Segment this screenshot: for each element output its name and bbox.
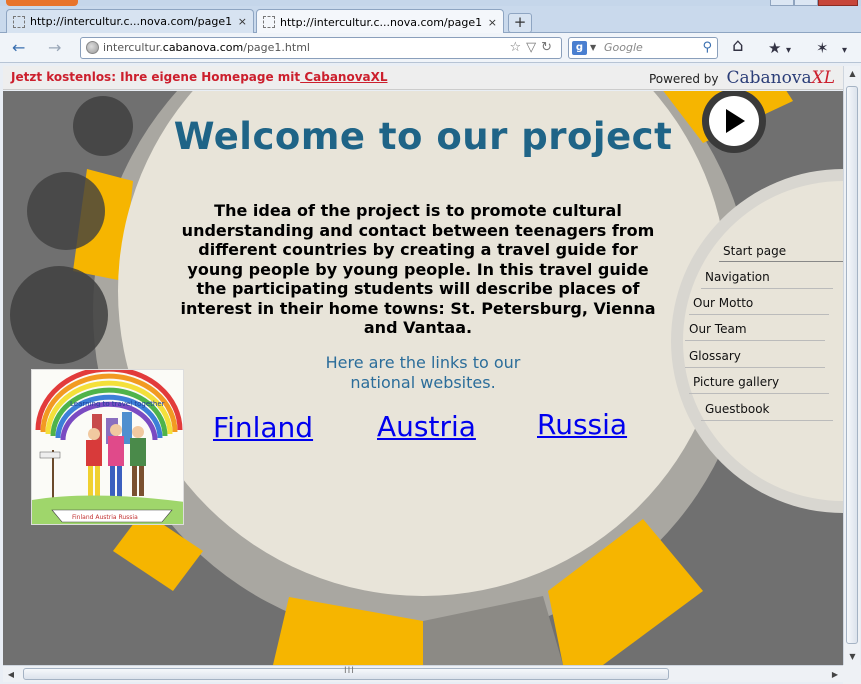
url-path: /page1.html	[243, 41, 310, 54]
close-tab-icon[interactable]: ×	[238, 15, 247, 28]
new-tab-button[interactable]: +	[508, 13, 532, 33]
vertical-scroll-thumb[interactable]	[846, 86, 858, 644]
tab-title: http://intercultur.c...nova.com/page1.ht…	[280, 15, 482, 29]
promo-text: Jetzt kostenlos: Ihre eigene Homepage mi…	[11, 70, 388, 84]
tab-strip: http://intercultur.c...nova.com/page1.ht…	[0, 6, 861, 34]
scroll-grip-icon: III	[344, 666, 355, 676]
scroll-right-icon[interactable]: ▶	[827, 666, 843, 683]
url-prefix: intercultur.	[103, 41, 163, 54]
horizontal-scrollbar[interactable]: ◀ III ▶	[3, 665, 843, 682]
back-arrow-icon[interactable]: ←	[12, 39, 25, 57]
addon-icon[interactable]: ✶	[816, 39, 829, 57]
menu-item-glossary[interactable]: Glossary	[689, 349, 741, 363]
menu-divider	[685, 340, 825, 341]
cabanova-banner: Jetzt kostenlos: Ihre eigene Homepage mi…	[3, 66, 843, 90]
scroll-up-icon[interactable]: ▲	[844, 66, 861, 82]
vertical-scrollbar[interactable]: ▲ ▼	[843, 66, 860, 665]
links-caption: Here are the links to our national websi…	[325, 353, 521, 392]
search-icon[interactable]: ⚲	[702, 38, 712, 58]
promo-prefix: Jetzt kostenlos: Ihre eigene Homepage mi…	[11, 70, 301, 84]
toolbar-overflow-icon[interactable]: ▾	[842, 42, 847, 60]
menu-divider	[689, 393, 829, 394]
address-bar[interactable]: intercultur.cabanova.com/page1.html ☆▽↻	[80, 37, 562, 59]
austria-link[interactable]: Austria	[377, 410, 476, 443]
project-drawing-image: Learning to travel together Finland Aust…	[31, 369, 184, 525]
menu-divider	[701, 420, 833, 421]
menu-divider	[719, 261, 843, 262]
horizontal-scroll-thumb[interactable]: III	[23, 666, 669, 680]
home-icon[interactable]: ⌂	[732, 37, 743, 55]
google-logo-icon[interactable]: g	[572, 41, 587, 55]
page-viewport: Welcome to our project The idea of the p…	[3, 91, 843, 665]
cabanova-logo: CabanovaXL	[726, 68, 836, 88]
history-dropdown-icon[interactable]: ▽	[526, 40, 541, 55]
url-host: cabanova.com	[162, 41, 244, 54]
cabanova-xl-link[interactable]: CabanovaXL	[300, 70, 387, 84]
powered-by[interactable]: Powered by CabanovaXL	[649, 68, 835, 88]
drawing-banner-text: Finland Austria Russia	[72, 514, 138, 521]
scroll-down-icon[interactable]: ▼	[844, 649, 861, 665]
blank-page-icon	[263, 16, 275, 28]
drawing-caption: Learning to travel together	[70, 400, 165, 408]
menu-item-our-team[interactable]: Our Team	[689, 322, 747, 336]
forward-arrow-icon[interactable]: →	[48, 39, 61, 57]
powered-by-label: Powered by	[648, 72, 719, 86]
menu-divider	[685, 367, 825, 368]
intro-paragraph: The idea of the project is to promote cu…	[180, 201, 656, 337]
tab-2[interactable]: http://intercultur.c...nova.com/page1.ht…	[256, 9, 504, 34]
tab-title: http://intercultur.c...nova.com/page1.ht…	[30, 15, 232, 28]
search-box[interactable]: g ▼ Google ⚲	[568, 37, 718, 59]
bookmark-star-icon[interactable]: ☆	[509, 40, 526, 55]
navigation-toolbar: ← → intercultur.cabanova.com/page1.html …	[0, 33, 861, 63]
menu-divider	[701, 288, 833, 289]
scrollbar-corner	[843, 665, 861, 684]
globe-icon	[86, 41, 99, 54]
menu-item-picture-gallery[interactable]: Picture gallery	[693, 375, 779, 389]
search-placeholder: Google	[604, 41, 643, 54]
tab-1[interactable]: http://intercultur.c...nova.com/page1.ht…	[6, 9, 254, 33]
finland-link[interactable]: Finland	[213, 411, 313, 444]
engine-dropdown-icon[interactable]: ▼	[590, 38, 596, 58]
scroll-left-icon[interactable]: ◀	[3, 666, 19, 683]
russia-link[interactable]: Russia	[537, 408, 627, 441]
bookmarks-icon[interactable]: ★	[768, 39, 781, 57]
close-tab-icon[interactable]: ×	[488, 16, 497, 29]
menu-item-navigation[interactable]: Navigation	[705, 270, 770, 284]
menu-item-start-page[interactable]: Start page	[723, 244, 786, 258]
blank-page-icon	[13, 15, 25, 28]
menu-item-guestbook[interactable]: Guestbook	[705, 402, 770, 416]
menu-divider	[689, 314, 829, 315]
reload-icon[interactable]: ↻	[541, 40, 557, 55]
bookmarks-dropdown-icon[interactable]: ▾	[786, 42, 791, 60]
page-title: Welcome to our project	[173, 115, 673, 158]
menu-item-our-motto[interactable]: Our Motto	[693, 296, 753, 310]
